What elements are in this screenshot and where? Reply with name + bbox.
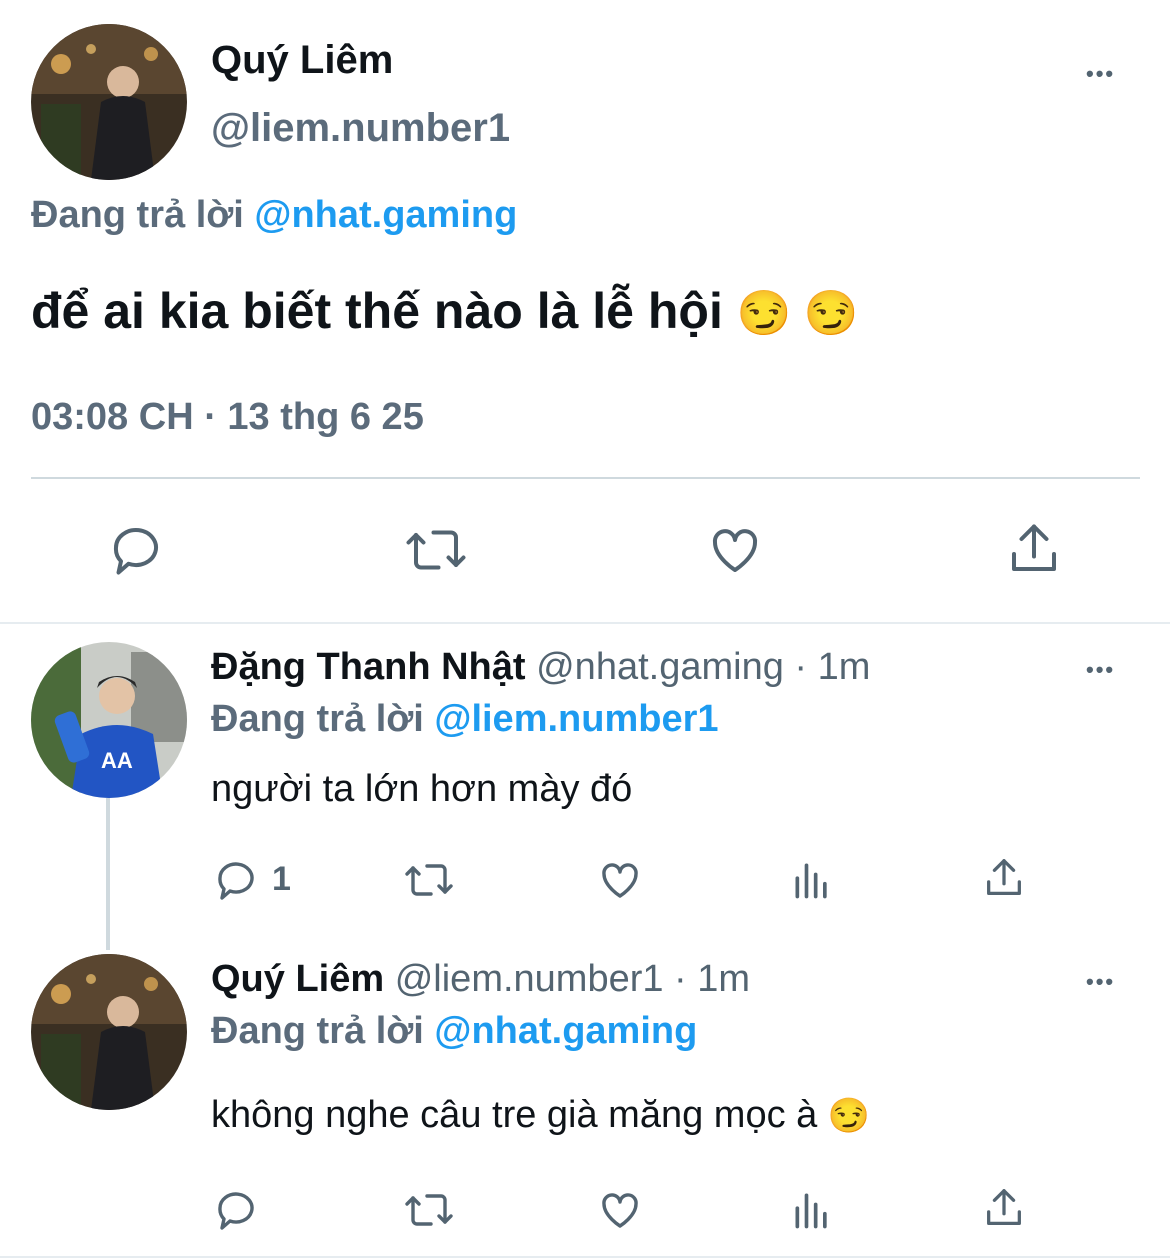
- reply-author-name-2[interactable]: Quý Liêm: [211, 958, 384, 1000]
- tweet-text: để ai kia biết thế nào là lễ hội 😏 😏: [31, 282, 859, 340]
- retweet-icon[interactable]: [403, 520, 469, 580]
- reply-header-1: Đặng Thanh Nhật @nhat.gaming · 1m: [211, 646, 870, 689]
- reply-replying-line-1: Đang trả lời @liem.number1: [211, 698, 719, 741]
- share-icon[interactable]: [1004, 518, 1064, 580]
- smirk-emoji: 😏: [827, 1097, 871, 1135]
- thread-line: [106, 798, 110, 950]
- more-icon[interactable]: •••: [1086, 63, 1115, 85]
- reply-text-2: không nghe câu tre già măng mọc à 😏: [211, 1094, 870, 1137]
- share-icon[interactable]: [981, 1184, 1027, 1232]
- replying-prefix: Đang trả lời: [211, 698, 424, 740]
- more-icon[interactable]: •••: [1086, 971, 1115, 993]
- analytics-icon[interactable]: [790, 1188, 834, 1232]
- replying-prefix: Đang trả lời: [31, 194, 244, 236]
- retweet-icon[interactable]: [402, 856, 456, 904]
- divider: [31, 477, 1140, 479]
- author-name[interactable]: Quý Liêm: [211, 38, 393, 83]
- replying-prefix: Đang trả lời: [211, 1010, 424, 1052]
- reply-avatar-2[interactable]: [31, 954, 187, 1110]
- reply-replying-line-2: Đang trả lời @nhat.gaming: [211, 1010, 697, 1053]
- tweet-timestamp[interactable]: 03:08 CH · 13 thg 6 25: [31, 396, 424, 439]
- reply-author-name-1[interactable]: Đặng Thanh Nhật: [211, 646, 526, 688]
- replying-to-link[interactable]: @liem.number1: [434, 698, 718, 740]
- reply-icon[interactable]: [212, 1186, 260, 1234]
- reply-icon[interactable]: [106, 520, 166, 580]
- like-icon[interactable]: [705, 520, 765, 580]
- retweet-icon[interactable]: [402, 1186, 456, 1234]
- replying-to-link[interactable]: @nhat.gaming: [254, 194, 517, 236]
- reply-handle-time-2[interactable]: @liem.number1 · 1m: [395, 958, 750, 1000]
- bottom-divider: [0, 1256, 1170, 1258]
- tweet-text-body: để ai kia biết thế nào là lễ hội: [31, 283, 723, 339]
- more-icon[interactable]: •••: [1086, 659, 1115, 681]
- main-avatar[interactable]: [31, 24, 187, 180]
- reply-text-1: người ta lớn hơn mày đó: [211, 768, 633, 810]
- reply-handle-time-1[interactable]: @nhat.gaming · 1m: [536, 646, 870, 688]
- replying-to-line: Đang trả lời @nhat.gaming: [31, 194, 517, 237]
- reply-icon[interactable]: [212, 856, 260, 904]
- reply-text-2-body: không nghe câu tre già măng mọc à: [211, 1094, 818, 1136]
- like-icon[interactable]: [596, 856, 644, 904]
- author-handle[interactable]: @liem.number1: [211, 106, 510, 151]
- smirk-emoji: 😏 😏: [736, 289, 859, 338]
- reply-avatar-1[interactable]: AA: [31, 642, 187, 798]
- section-divider: [0, 622, 1170, 624]
- replying-to-link[interactable]: @nhat.gaming: [434, 1010, 697, 1052]
- like-icon[interactable]: [596, 1186, 644, 1234]
- reply-header-2: Quý Liêm @liem.number1 · 1m: [211, 958, 750, 1001]
- share-icon[interactable]: [981, 854, 1027, 902]
- analytics-icon[interactable]: [790, 858, 834, 902]
- reply-count: 1: [272, 860, 291, 898]
- svg-text:AA: AA: [101, 748, 133, 773]
